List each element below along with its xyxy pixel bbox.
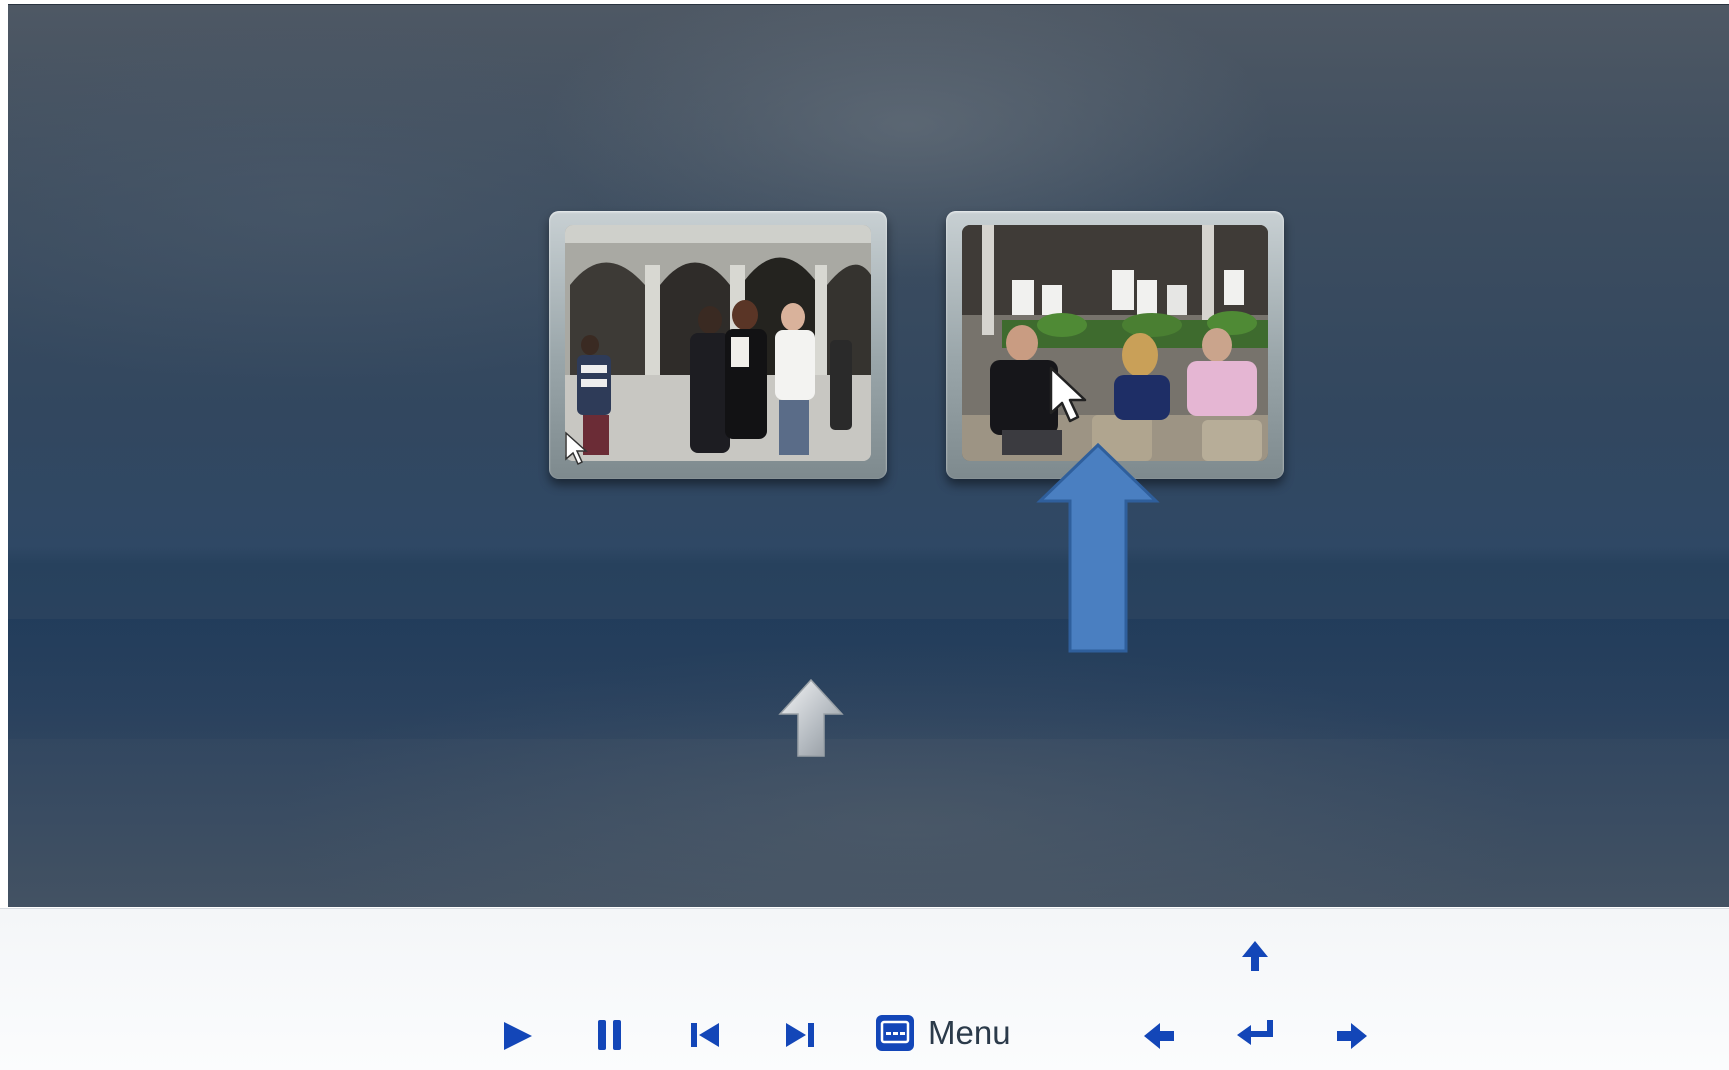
annotation-arrow-icon xyxy=(1036,442,1160,653)
navigate-up-icon[interactable] xyxy=(778,678,844,758)
menu-band xyxy=(8,619,1729,739)
dvd-menu-screen xyxy=(8,4,1729,907)
playback-controls-bar: Menu xyxy=(0,908,1729,1070)
play-icon[interactable] xyxy=(500,1019,536,1053)
menu-button[interactable]: Menu xyxy=(874,1013,1011,1053)
next-chapter-icon[interactable] xyxy=(783,1020,817,1050)
cursor-artifact-icon xyxy=(565,431,588,466)
arrow-up-icon[interactable] xyxy=(1240,939,1270,973)
enter-icon[interactable] xyxy=(1235,1017,1279,1051)
arrow-left-icon[interactable] xyxy=(1142,1021,1176,1051)
arrow-right-icon[interactable] xyxy=(1335,1021,1369,1051)
thumbnail-dancers[interactable] xyxy=(549,211,887,479)
mouse-cursor-icon xyxy=(1049,366,1087,423)
menu-label: Menu xyxy=(928,1014,1011,1051)
thumbnail-dancers-image xyxy=(565,225,871,461)
menu-icon xyxy=(876,1015,914,1051)
thumbnail-cafe-image xyxy=(962,225,1268,461)
previous-chapter-icon[interactable] xyxy=(688,1020,722,1050)
dvd-menu-window: Menu xyxy=(0,0,1729,1070)
pause-icon[interactable] xyxy=(595,1017,625,1053)
thumbnail-cafe[interactable] xyxy=(946,211,1284,479)
